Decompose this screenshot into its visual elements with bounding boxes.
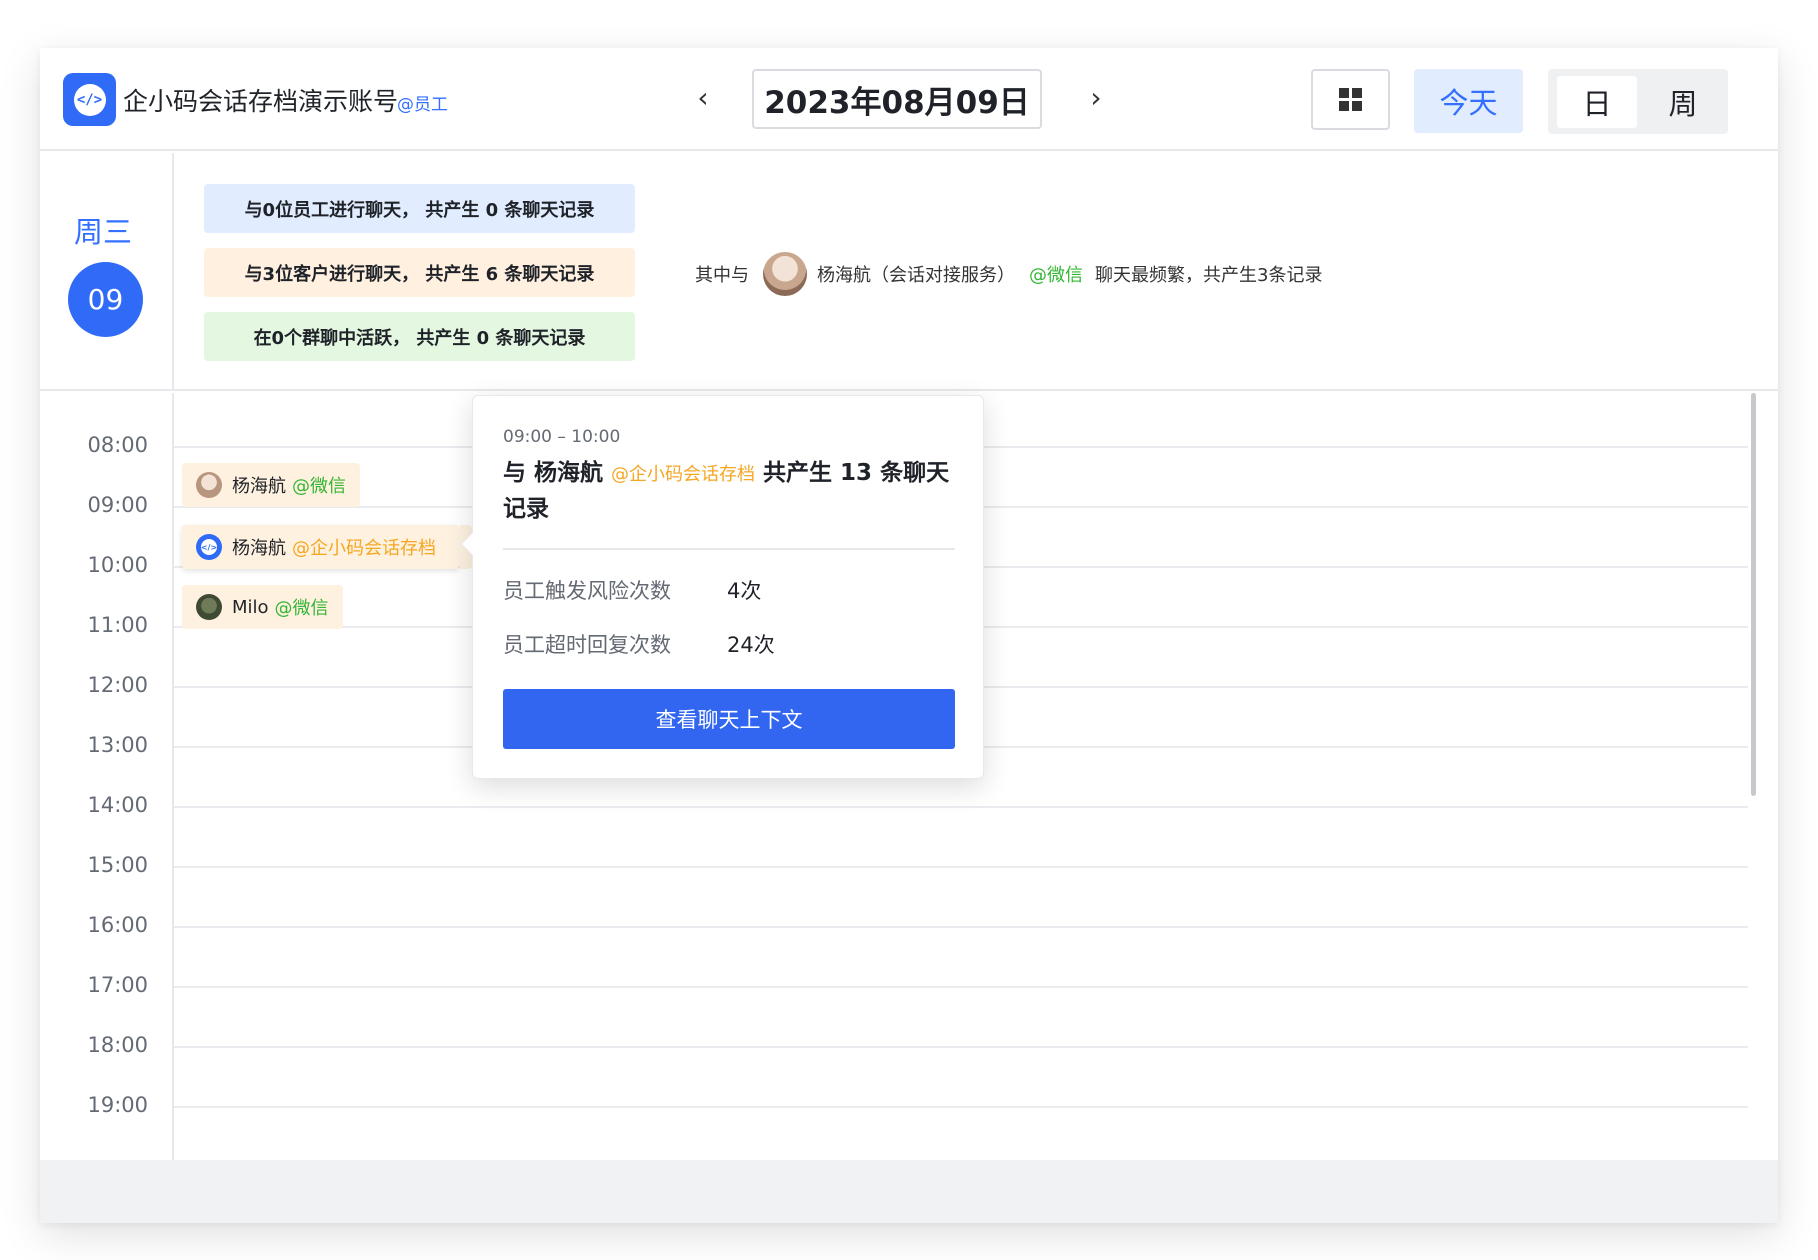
risk-count-row: 员工触发风险次数 4次 [503, 575, 761, 605]
hour-gridline [174, 806, 1748, 808]
grid-view-button[interactable] [1311, 69, 1390, 130]
event-contact-tag: @微信 [274, 598, 329, 619]
footer-bar [40, 1160, 1778, 1223]
vertical-scrollbar[interactable] [1751, 393, 1756, 796]
hour-label: 08:00 [87, 433, 148, 457]
freq-prefix: 其中与 [695, 265, 749, 286]
event-contact-name: 杨海航 [232, 538, 286, 559]
app-logo-icon: </> [63, 73, 116, 126]
hour-label: 13:00 [87, 733, 148, 757]
popover-time-range: 09:00 – 10:00 [503, 427, 621, 447]
next-day-button[interactable]: › [1080, 82, 1112, 114]
timeout-count-label: 员工超时回复次数 [503, 633, 671, 657]
freq-contact-name[interactable]: 杨海航（会话对接服务） [817, 261, 1015, 287]
hour-gridline [174, 926, 1748, 928]
header-bar: </> 企小码会话存档演示账号 @员工 ‹ 2023年08月09日 › 今天 日… [40, 48, 1778, 151]
event-contact-name: Milo [232, 596, 269, 618]
chat-event-selected[interactable]: </> 杨海航 @企小码会话存档 [182, 525, 459, 569]
app-title: 企小码会话存档演示账号 [123, 87, 399, 116]
risk-count-value: 4次 [727, 579, 762, 603]
popover-divider [503, 548, 955, 550]
hour-label: 10:00 [87, 553, 148, 577]
view-toggle: 日 周 [1548, 69, 1728, 134]
event-detail-popover: 09:00 – 10:00 与 杨海航 @企小码会话存档 共产生 13 条聊天记… [460, 395, 984, 779]
hour-label: 11:00 [87, 613, 148, 637]
hour-label: 19:00 [87, 1093, 148, 1117]
weekday-label: 周三 [74, 215, 133, 249]
event-contact-name: 杨海航 [232, 476, 286, 497]
view-day-button[interactable]: 日 [1557, 76, 1637, 128]
hour-label: 18:00 [87, 1033, 148, 1057]
popover-title: 与 杨海航 @企小码会话存档 共产生 13 条聊天记录 [503, 456, 959, 526]
event-contact-tag: @微信 [292, 476, 346, 497]
grid-icon [1339, 88, 1362, 111]
chat-event[interactable]: Milo @微信 [182, 585, 343, 629]
time-grid: 08:00 09:00 10:00 11:00 12:00 13:00 14:0… [40, 393, 1778, 1168]
avatar [196, 472, 222, 498]
freq-contact-tag: @微信 [1029, 265, 1083, 286]
prev-day-button[interactable]: ‹ [687, 82, 719, 114]
view-week-button[interactable]: 周 [1643, 76, 1723, 128]
popover-title-org: @企小码会话存档 [611, 464, 756, 485]
day-number: 09 [68, 262, 143, 337]
timeout-count-row: 员工超时回复次数 24次 [503, 629, 775, 659]
hour-label: 16:00 [87, 913, 148, 937]
most-frequent-contact: 其中与 杨海航（会话对接服务） @微信 聊天最频繁，共产生3条记录 [695, 251, 1322, 297]
hour-gridline [174, 1106, 1748, 1108]
hour-label: 09:00 [87, 493, 148, 517]
avatar [196, 594, 222, 620]
day-summary: 周三 09 与0位员工进行聊天， 共产生 0 条聊天记录 与3位客户进行聊天， … [40, 153, 1778, 391]
hour-label: 15:00 [87, 853, 148, 877]
role-tag: @员工 [397, 95, 448, 115]
risk-count-label: 员工触发风险次数 [503, 579, 671, 603]
hour-gridline [174, 866, 1748, 868]
view-chat-context-button[interactable]: 查看聊天上下文 [503, 689, 955, 749]
customer-chat-stat: 与3位客户进行聊天， 共产生 6 条聊天记录 [204, 248, 635, 297]
today-button[interactable]: 今天 [1414, 69, 1523, 133]
hour-label: 12:00 [87, 673, 148, 697]
avatar: </> [196, 534, 222, 560]
group-chat-stat: 在0个群聊中活跃， 共产生 0 条聊天记录 [204, 312, 635, 361]
date-picker[interactable]: 2023年08月09日 [752, 69, 1042, 129]
time-divider [172, 393, 174, 1168]
popover-title-prefix: 与 杨海航 [503, 460, 604, 486]
staff-chat-stat: 与0位员工进行聊天， 共产生 0 条聊天记录 [204, 184, 635, 233]
avatar [763, 252, 807, 296]
freq-suffix: 聊天最频繁，共产生3条记录 [1095, 265, 1323, 286]
hour-label: 14:00 [87, 793, 148, 817]
hour-gridline [174, 1046, 1748, 1048]
summary-divider [172, 153, 174, 389]
hour-gridline [174, 986, 1748, 988]
event-contact-tag: @企小码会话存档 [292, 538, 436, 559]
chat-event[interactable]: 杨海航 @微信 [182, 463, 360, 507]
calendar-window: </> 企小码会话存档演示账号 @员工 ‹ 2023年08月09日 › 今天 日… [40, 48, 1778, 1223]
hour-label: 17:00 [87, 973, 148, 997]
timeout-count-value: 24次 [727, 633, 775, 657]
